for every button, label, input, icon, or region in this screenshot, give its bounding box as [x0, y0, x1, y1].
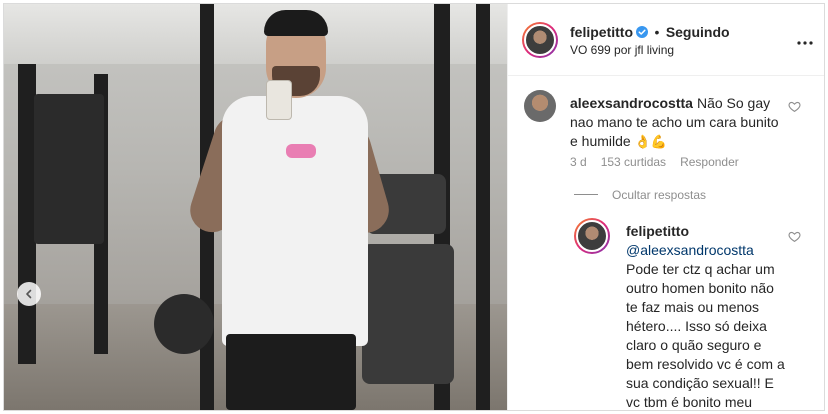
like-comment-heart-icon[interactable]	[788, 100, 801, 113]
post-dialog: felipetitto • Seguindo VO 699 por jfl li…	[3, 3, 825, 411]
reply-username[interactable]: felipetitto	[626, 223, 689, 239]
reply-text: Pode ter ctz q achar um outro homen boni…	[626, 261, 785, 410]
replies-divider	[574, 194, 598, 195]
post-header: felipetitto • Seguindo VO 699 por jfl li…	[508, 4, 824, 76]
comment-time: 3 d	[570, 155, 587, 169]
photo-cap	[264, 10, 328, 36]
photo-shorts	[226, 334, 356, 410]
reply-author-avatar[interactable]	[574, 218, 610, 254]
comment-emoji: 👌💪	[634, 135, 667, 150]
author-username[interactable]: felipetitto	[570, 24, 633, 40]
like-reply-heart-icon[interactable]	[788, 230, 801, 243]
verified-badge-icon	[636, 26, 648, 38]
comments-panel: felipetitto • Seguindo VO 699 por jfl li…	[507, 4, 824, 410]
reply-button[interactable]: Responder	[680, 155, 739, 169]
commenter-avatar[interactable]	[524, 90, 556, 122]
reply-mention[interactable]: @aleexsandrocostta	[626, 242, 754, 258]
photo-shirt-logo	[286, 144, 316, 158]
header-separator: •	[654, 24, 660, 40]
photo-machine	[34, 94, 104, 244]
more-options-button[interactable]	[797, 32, 813, 50]
chevron-left-icon	[26, 289, 32, 299]
hide-replies-button[interactable]: Ocultar respostas	[612, 188, 706, 202]
following-button[interactable]: Seguindo	[666, 24, 730, 40]
photo-tank-top	[222, 96, 368, 346]
photo-weight-plate	[154, 294, 214, 354]
audio-line[interactable]: VO 699 por jfl living	[570, 43, 674, 57]
post-photo[interactable]	[4, 4, 507, 410]
comment-meta: 3 d 153 curtidas Responder	[570, 155, 753, 169]
comment-body: aleexsandrocostta Não So gay nao mano te …	[570, 94, 788, 152]
previous-photo-button[interactable]	[17, 282, 41, 306]
photo-phone	[266, 80, 292, 120]
photo-wall	[4, 4, 507, 64]
photo-rack	[476, 4, 490, 410]
author-line: felipetitto • Seguindo	[570, 24, 730, 42]
reply-body: felipetitto @aleexsandrocostta Pode ter …	[626, 222, 786, 410]
photo-bench-back	[362, 244, 454, 384]
author-avatar[interactable]	[522, 22, 558, 58]
comment-likes[interactable]: 153 curtidas	[601, 155, 666, 169]
commenter-username[interactable]: aleexsandrocostta	[570, 95, 693, 111]
more-horizontal-icon	[797, 41, 813, 45]
